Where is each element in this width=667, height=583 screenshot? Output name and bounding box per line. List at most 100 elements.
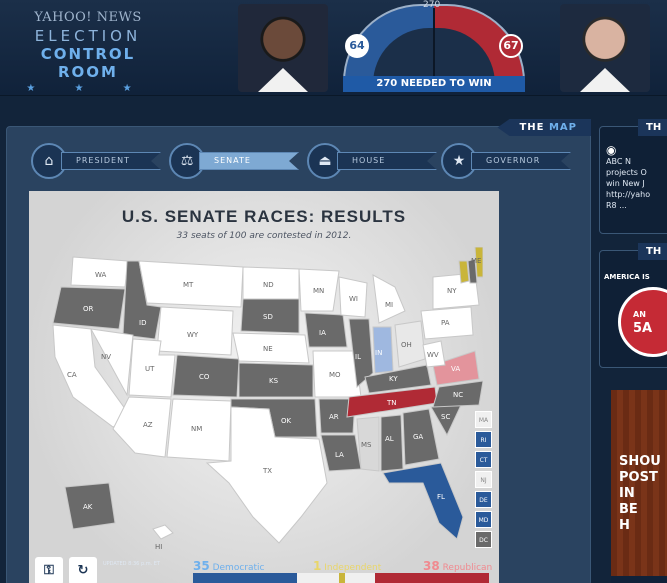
label-ak: AK xyxy=(83,503,93,511)
label-ga: GA xyxy=(413,433,423,441)
label-wy: WY xyxy=(187,331,199,339)
label-wv: WV xyxy=(427,351,439,359)
label-sc: SC xyxy=(441,413,450,421)
promo-line-2: POST xyxy=(619,470,658,485)
nav-house-label: HOUSE xyxy=(337,152,437,170)
label-ar: AR xyxy=(329,413,339,421)
the-map-tab[interactable]: THE MAP xyxy=(497,119,591,136)
label-wa: WA xyxy=(95,271,107,279)
nav-governor-label: GOVERNOR xyxy=(471,152,571,170)
tweet-line-5: R8 ... xyxy=(606,201,627,210)
label-az: AZ xyxy=(143,421,153,429)
label-ut: UT xyxy=(145,365,155,373)
label-or: OR xyxy=(83,305,94,313)
state-fl xyxy=(382,462,464,540)
label-ca: CA xyxy=(67,371,77,379)
election-control-room-logo[interactable]: YAHOO! NEWS ELECTION CONTROL ROOM ★ ★ ★ xyxy=(8,10,168,94)
sidebox-md[interactable]: MD xyxy=(475,511,492,528)
tally-dem: 35 Democratic xyxy=(193,559,264,573)
state-ia xyxy=(304,312,348,348)
label-hi: HI xyxy=(155,543,162,551)
seat-tally: 35 Democratic 1 Independent 38 Republica… xyxy=(193,559,493,583)
stars-decoration: ★ ★ ★ xyxy=(26,83,150,94)
tally-rep: 38 Republican xyxy=(423,559,492,573)
nav-senate-label: SENATE xyxy=(199,152,299,170)
map-subtitle: 33 seats of 100 are contested in 2012. xyxy=(176,231,352,241)
obama-portrait xyxy=(238,4,328,92)
result-circle: AN 5A xyxy=(618,287,667,357)
label-tn: TN xyxy=(386,399,397,407)
label-va: VA xyxy=(451,365,460,373)
meter-270-label: 270 xyxy=(423,0,441,10)
state-al xyxy=(380,414,404,472)
promo-line-4: BE xyxy=(619,502,638,517)
state-mi xyxy=(372,274,406,324)
sidebox-de[interactable]: DE xyxy=(475,491,492,508)
promo-line-1: SHOU xyxy=(619,454,661,469)
promo-line-5: H xyxy=(619,518,630,533)
needed-to-win-label: 270 NEEDED TO WIN xyxy=(343,76,525,92)
label-nm: NM xyxy=(191,425,202,433)
label-ms: MS xyxy=(361,441,372,449)
sidebox-ct[interactable]: CT xyxy=(475,451,492,468)
twitter-icon: ◉ xyxy=(606,143,617,157)
tally-bar-rep xyxy=(375,573,489,583)
label-id: ID xyxy=(139,319,146,327)
promo-line-3: IN xyxy=(619,486,635,501)
label-mi: MI xyxy=(385,301,393,309)
meter-needle xyxy=(433,8,435,82)
tab-label-the: THE xyxy=(519,122,545,133)
america-box-tag: TH xyxy=(638,243,667,260)
twitter-box[interactable]: TH ◉ ABC N projects O win New J http://y… xyxy=(599,119,667,234)
tweet-line-3: win New J xyxy=(606,179,645,188)
tally-dem-value: 35 xyxy=(193,559,210,573)
state-hi xyxy=(152,524,174,540)
electoral-vote-meter: 270 64 67 270 NEEDED TO WIN xyxy=(343,0,525,92)
label-ia: IA xyxy=(319,329,326,337)
label-co: CO xyxy=(199,373,210,381)
label-me: ME xyxy=(471,257,481,265)
label-la: LA xyxy=(335,451,344,459)
label-ky: KY xyxy=(389,375,398,383)
tally-rep-label: Republican xyxy=(442,563,493,573)
rep-electoral-count: 67 xyxy=(499,34,523,58)
promo-text: SHOU POST IN BE H xyxy=(619,454,661,534)
race-nav: ⌂ PRESIDENT ⚖ SENATE ⏏ HOUSE ★ GOVERNOR xyxy=(31,143,571,183)
map-title: U.S. SENATE RACES: RESULTS xyxy=(121,207,407,226)
label-nc: NC xyxy=(453,391,463,399)
sidebox-ma[interactable]: MA xyxy=(475,411,492,428)
romney-portrait xyxy=(560,4,650,92)
label-mo: MO xyxy=(329,371,341,379)
key-icon[interactable]: ⚿ xyxy=(35,557,63,583)
us-map-svg: WA OR ID MT ND MN WI MI ME NY PA OH IN I… xyxy=(52,247,483,551)
title-line-election: ELECTION xyxy=(34,27,142,45)
title-line-control-room: CONTROL ROOM xyxy=(40,45,136,81)
label-mn: MN xyxy=(313,287,324,295)
label-ny: NY xyxy=(447,287,457,295)
twitter-box-tag: TH xyxy=(638,119,667,136)
circle-line-2: 5A xyxy=(633,321,653,336)
tweet-line-1: ABC N xyxy=(606,157,631,166)
tweet-line-4[interactable]: http://yaho xyxy=(606,189,667,200)
america-box[interactable]: TH AMERICA IS AN 5A xyxy=(599,243,667,368)
label-il: IL xyxy=(355,353,361,361)
tally-rep-value: 38 xyxy=(423,559,440,573)
tally-ind-label: Independent xyxy=(324,563,382,573)
sidebox-dc[interactable]: DC xyxy=(475,531,492,548)
label-ne: NE xyxy=(263,345,273,353)
tally-bar-neutral-2 xyxy=(345,573,375,583)
yahoo-news-brand: YAHOO! NEWS xyxy=(34,10,142,25)
label-tx: TX xyxy=(262,467,272,475)
circle-line-1: AN xyxy=(633,310,646,319)
header: YAHOO! NEWS ELECTION CONTROL ROOM ★ ★ ★ … xyxy=(0,0,667,96)
sidebox-nj[interactable]: NJ xyxy=(475,471,492,488)
refresh-icon[interactable]: ↻ xyxy=(69,557,97,583)
promo-banner[interactable]: SHOU POST IN BE H xyxy=(611,390,667,576)
tally-ind-value: 1 xyxy=(313,559,322,573)
bottom-strip xyxy=(611,576,667,583)
label-wi: WI xyxy=(349,295,358,303)
label-ks: KS xyxy=(269,377,279,385)
sidebox-ri[interactable]: RI xyxy=(475,431,492,448)
label-mt: MT xyxy=(183,281,194,289)
tweet: ◉ ABC N projects O win New J http://yaho… xyxy=(606,143,667,211)
